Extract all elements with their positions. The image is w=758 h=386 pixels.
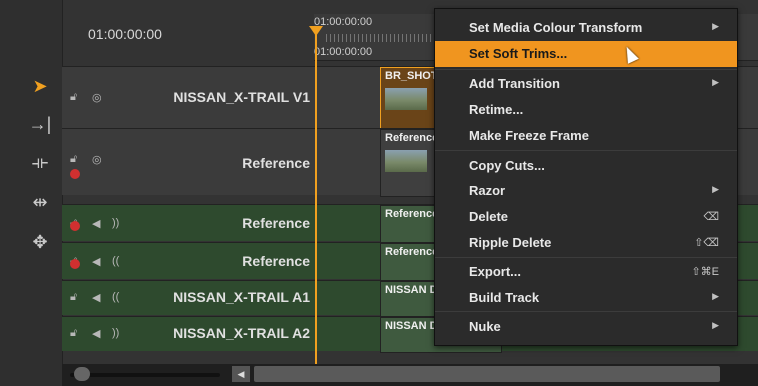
shortcut-label: ⇧⌘E (691, 266, 719, 278)
menu-item-set-soft-trims[interactable]: Set Soft Trims... (435, 41, 737, 67)
lock-icon[interactable]: 🔓︎ (70, 91, 77, 104)
clip-thumbnail (385, 88, 427, 110)
waves-icon[interactable]: (( (112, 291, 119, 303)
speaker-icon[interactable]: ◀ (92, 217, 100, 230)
zoom-slider[interactable] (70, 373, 220, 377)
horizontal-scrollbar[interactable] (254, 366, 720, 382)
submenu-arrow-icon: ▶ (712, 184, 719, 194)
scroll-left-icon[interactable]: ◀ (232, 366, 250, 382)
waves-icon[interactable]: )) (112, 217, 119, 229)
speaker-icon[interactable]: ◀ (92, 327, 100, 340)
menu-item-build-track[interactable]: Build Track ▶ (435, 285, 737, 311)
menu-item-make-freeze-frame[interactable]: Make Freeze Frame (435, 123, 737, 149)
trim-tool-icon[interactable]: ⇹ (26, 190, 54, 214)
ruler-ticks (326, 34, 436, 42)
menu-item-delete[interactable]: Delete ⌫ (435, 204, 737, 230)
menu-item-add-transition[interactable]: Add Transition ▶ (435, 71, 737, 97)
slip-tool-icon[interactable]: ⟛ (26, 150, 54, 174)
clip-thumbnail (385, 150, 427, 172)
waves-icon[interactable]: (( (112, 255, 119, 267)
lock-icon[interactable]: 🔓︎ (70, 291, 77, 304)
zoom-slider-handle[interactable] (74, 367, 90, 381)
track-label: NISSAN_X-TRAIL V1 (173, 89, 310, 105)
track-label: NISSAN_X-TRAIL A2 (173, 325, 310, 341)
menu-item-razor[interactable]: Razor ▶ (435, 178, 737, 204)
menu-item-retime[interactable]: Retime... (435, 97, 737, 123)
waves-icon[interactable]: )) (112, 327, 119, 339)
context-menu: Set Media Colour Transform ▶ Set Soft Tr… (434, 8, 738, 346)
submenu-arrow-icon: ▶ (712, 320, 719, 330)
submenu-arrow-icon: ▶ (712, 21, 719, 31)
timecode-display: 01:00:00:00 (88, 26, 162, 42)
track-label: Reference (242, 253, 310, 269)
select-tool-icon[interactable]: ➤ (26, 74, 54, 98)
razor-tool-icon[interactable]: ✥ (26, 230, 54, 254)
lock-icon[interactable]: 🔓︎ (70, 327, 77, 340)
menu-item-set-media-colour-transform[interactable]: Set Media Colour Transform ▶ (435, 15, 737, 41)
menu-item-copy-cuts[interactable]: Copy Cuts... (435, 153, 737, 179)
submenu-arrow-icon: ▶ (712, 291, 719, 301)
record-icon (70, 259, 80, 269)
menu-item-nuke[interactable]: Nuke ▶ (435, 314, 737, 340)
track-label: NISSAN_X-TRAIL A1 (173, 289, 310, 305)
lock-icon[interactable]: 🔓︎ (70, 153, 77, 166)
track-label: Reference (242, 155, 310, 171)
speaker-icon[interactable]: ◀ (92, 291, 100, 304)
record-icon (70, 169, 80, 179)
ruler-timecode-bottom: 01:00:00:00 (314, 46, 373, 58)
playhead[interactable] (315, 26, 317, 366)
shortcut-label: ⇧⌫ (694, 237, 719, 249)
track-forward-tool-icon[interactable]: →| (26, 112, 54, 136)
record-icon (70, 221, 80, 231)
shortcut-label: ⌫ (703, 211, 719, 223)
speaker-icon[interactable]: ◀ (92, 255, 100, 268)
eye-icon[interactable]: ◎ (92, 91, 102, 104)
menu-item-ripple-delete[interactable]: Ripple Delete ⇧⌫ (435, 230, 737, 256)
eye-icon[interactable]: ◎ (92, 153, 102, 166)
submenu-arrow-icon: ▶ (712, 77, 719, 87)
track-label: Reference (242, 215, 310, 231)
menu-item-export[interactable]: Export... ⇧⌘E (435, 259, 737, 285)
